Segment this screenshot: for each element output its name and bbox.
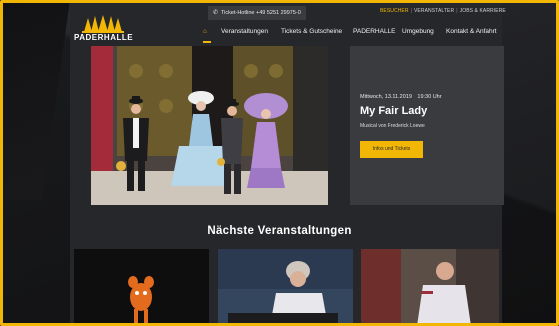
toplink-separator: | xyxy=(456,8,458,14)
event-card-2[interactable] xyxy=(218,249,353,326)
hotline-text: Ticket-Hotline +49 5251 29975-0 xyxy=(221,10,301,16)
event-datetime: Mittwoch, 13.11.2019 19:30 Uhr xyxy=(360,94,442,100)
hero-info-panel: Mittwoch, 13.11.2019 19:30 Uhr My Fair L… xyxy=(350,46,504,205)
event-card-1[interactable] xyxy=(74,249,209,326)
top-links: BESUCHER | VERANSTALTER | JOBS & KARRIERE xyxy=(380,8,506,14)
hero-image[interactable] xyxy=(91,46,328,205)
toplink-veranstalter[interactable]: VERANSTALTER xyxy=(414,8,454,14)
event-date: Mittwoch, 13.11.2019 xyxy=(360,94,412,100)
event-card-image xyxy=(218,249,353,326)
event-subtitle: Musical von Frederick Loewe xyxy=(360,123,425,129)
phone-icon: ✆ xyxy=(213,10,219,16)
home-icon[interactable]: ⌂ xyxy=(203,28,207,35)
event-card-image xyxy=(74,249,209,326)
event-title: My Fair Lady xyxy=(360,105,428,117)
toplink-besucher[interactable]: BESUCHER xyxy=(380,8,409,14)
nav-active-indicator xyxy=(203,41,211,43)
infos-tickets-button[interactable]: Infos und Tickets xyxy=(360,141,423,158)
nav-item-umgebung[interactable]: Umgebung xyxy=(402,28,434,35)
toplink-separator: | xyxy=(410,8,412,14)
paderhalle-logo[interactable]: PADERHALLE xyxy=(74,15,134,43)
event-card-3[interactable] xyxy=(361,249,499,326)
toplink-jobs[interactable]: JOBS & KARRIERE xyxy=(460,8,506,14)
nav-item-tickets[interactable]: Tickets & Gutscheine xyxy=(281,28,342,35)
hero-photo xyxy=(91,46,328,205)
event-card-image xyxy=(361,249,499,326)
ticket-hotline[interactable]: ✆ Ticket-Hotline +49 5251 29975-0 xyxy=(208,6,306,20)
nav-item-kontakt[interactable]: Kontakt & Anfahrt xyxy=(446,28,497,35)
nav-item-veranstaltungen[interactable]: Veranstaltungen xyxy=(221,28,268,35)
nav-item-paderhalle[interactable]: PADERHALLE xyxy=(353,28,396,35)
section-title: Nächste Veranstaltungen xyxy=(207,225,352,237)
logo-mark-icon xyxy=(82,15,124,33)
event-time: 19:30 Uhr xyxy=(417,94,442,100)
logo-text: PADERHALLE xyxy=(74,33,134,42)
